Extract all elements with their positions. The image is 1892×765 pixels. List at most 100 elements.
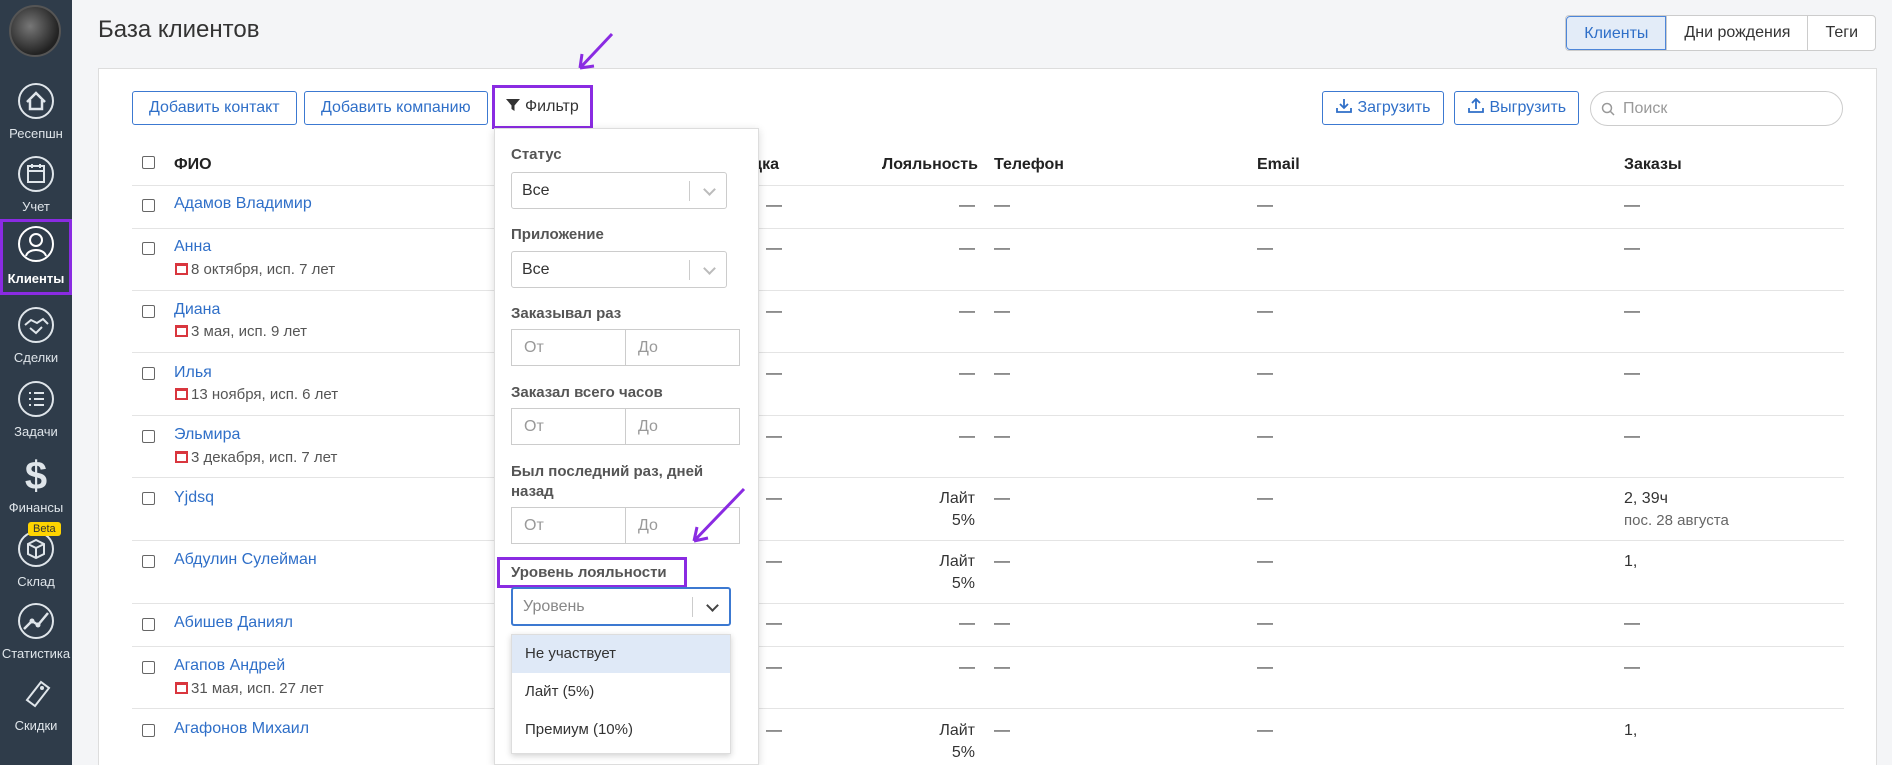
email-cell: — bbox=[1257, 240, 1273, 257]
phone-cell: — bbox=[994, 490, 1010, 507]
loyalty-cell: — bbox=[959, 659, 975, 676]
last-visit-from-input[interactable]: От bbox=[512, 508, 625, 543]
client-name-link[interactable]: Абдулин Сулейман bbox=[174, 551, 317, 569]
app-select[interactable]: Все bbox=[511, 251, 727, 288]
loyalty-option-none[interactable]: Не участвует bbox=[512, 635, 730, 673]
row-checkbox[interactable] bbox=[142, 199, 155, 212]
sidebar-item-deals[interactable]: Сделки bbox=[0, 306, 72, 376]
client-name-link[interactable]: Илья bbox=[174, 364, 212, 382]
loyalty-option-lite[interactable]: Лайт (5%) bbox=[512, 673, 730, 711]
phone-cell: — bbox=[994, 428, 1010, 445]
sidebar-item-label: Сделки bbox=[13, 350, 59, 365]
loyalty-cell: — bbox=[959, 365, 975, 382]
sidebar-item-statistics[interactable]: Статистика bbox=[0, 602, 72, 672]
row-divider bbox=[132, 477, 1844, 478]
ordered-times-label: Заказывал раз bbox=[511, 305, 622, 322]
beta-badge: Beta bbox=[28, 522, 61, 536]
loyalty-select[interactable]: Уровень bbox=[511, 587, 731, 626]
sidebar: Ресепшн Учет Клиенты Сделки Задачи $ Фин… bbox=[0, 0, 72, 765]
email-cell: — bbox=[1257, 490, 1273, 507]
row-divider bbox=[132, 540, 1844, 541]
birthday-text: 31 мая, исп. 27 лет bbox=[191, 680, 324, 697]
loyalty-option-premium[interactable]: Премиум (10%) bbox=[512, 711, 730, 749]
sidebar-item-accounting[interactable]: Учет bbox=[0, 155, 72, 225]
select-all-checkbox[interactable] bbox=[142, 156, 155, 169]
birthday-text: 13 ноября, исп. 6 лет bbox=[191, 386, 339, 403]
status-select[interactable]: Все bbox=[511, 172, 727, 209]
sidebar-item-finance[interactable]: $ Финансы bbox=[0, 454, 72, 526]
checklist-icon bbox=[17, 380, 55, 418]
column-header-phone[interactable]: Телефон bbox=[994, 156, 1064, 174]
ordered-hours-to-input[interactable]: До bbox=[625, 409, 739, 444]
filter-button[interactable]: Фильтр bbox=[492, 85, 593, 129]
export-button[interactable]: Выгрузить bbox=[1454, 91, 1580, 125]
client-name-link[interactable]: Агапов Андрей bbox=[174, 657, 285, 675]
filter-icon bbox=[506, 99, 520, 111]
row-divider bbox=[132, 708, 1844, 709]
row-checkbox[interactable] bbox=[142, 724, 155, 737]
discount-cell: — bbox=[766, 615, 782, 632]
column-header-orders[interactable]: Заказы bbox=[1624, 156, 1682, 174]
row-checkbox[interactable] bbox=[142, 661, 155, 674]
select-separator bbox=[689, 181, 690, 201]
gift-icon bbox=[175, 451, 188, 463]
discount-cell: — bbox=[766, 197, 782, 214]
tab-tags[interactable]: Теги bbox=[1807, 16, 1875, 50]
app-select-value: Все bbox=[522, 261, 550, 278]
download-tray-icon bbox=[1336, 99, 1352, 113]
tab-birthdays[interactable]: Дни рождения bbox=[1666, 16, 1807, 50]
row-checkbox[interactable] bbox=[142, 618, 155, 631]
client-name-link[interactable]: Агафонов Михаил bbox=[174, 720, 309, 738]
discount-cell: — bbox=[766, 659, 782, 676]
orders-cell: — bbox=[1624, 428, 1640, 445]
email-cell: — bbox=[1257, 659, 1273, 676]
client-name-link[interactable]: Yjdsq bbox=[174, 489, 214, 507]
client-name-link[interactable]: Эльмира bbox=[174, 426, 240, 444]
orders-cell: — bbox=[1624, 659, 1640, 676]
row-checkbox[interactable] bbox=[142, 555, 155, 568]
client-name-link[interactable]: Адамов Владимир bbox=[174, 195, 312, 213]
row-checkbox[interactable] bbox=[142, 492, 155, 505]
sidebar-item-clients[interactable]: Клиенты bbox=[0, 219, 72, 295]
row-checkbox[interactable] bbox=[142, 242, 155, 255]
ordered-hours-label: Заказал всего часов bbox=[511, 384, 663, 401]
email-cell: — bbox=[1257, 615, 1273, 632]
column-header-name[interactable]: ФИО bbox=[174, 156, 212, 174]
tab-clients[interactable]: Клиенты bbox=[1566, 16, 1667, 50]
client-name-link[interactable]: Диана bbox=[174, 301, 220, 319]
calendar-icon bbox=[17, 155, 55, 193]
ordered-hours-range: От До bbox=[511, 408, 740, 445]
row-checkbox[interactable] bbox=[142, 430, 155, 443]
column-header-email[interactable]: Email bbox=[1257, 156, 1300, 174]
client-name-link[interactable]: Анна bbox=[174, 238, 211, 256]
search-input[interactable]: Поиск bbox=[1590, 91, 1843, 126]
ordered-hours-from-input[interactable]: От bbox=[512, 409, 625, 444]
column-header-loyalty[interactable]: Лояльность bbox=[882, 156, 978, 174]
home-icon bbox=[17, 82, 55, 120]
row-checkbox[interactable] bbox=[142, 367, 155, 380]
birthday-text: 3 декабря, исп. 7 лет bbox=[191, 449, 338, 466]
status-select-value: Все bbox=[522, 182, 550, 199]
sidebar-item-tasks[interactable]: Задачи bbox=[0, 380, 72, 450]
sidebar-item-discounts[interactable]: Скидки bbox=[0, 674, 72, 744]
discount-cell: — bbox=[766, 240, 782, 257]
company-logo[interactable] bbox=[9, 5, 61, 57]
add-contact-button[interactable]: Добавить контакт bbox=[132, 91, 297, 125]
sidebar-item-label: Финансы bbox=[8, 500, 64, 515]
ordered-times-from-input[interactable]: От bbox=[512, 330, 625, 365]
birthday-text: 3 мая, исп. 9 лет bbox=[191, 323, 307, 340]
sidebar-item-warehouse[interactable]: Beta Склад bbox=[0, 522, 72, 600]
gift-icon bbox=[175, 388, 188, 400]
content-panel bbox=[98, 68, 1877, 765]
sidebar-item-label: Клиенты bbox=[7, 271, 65, 286]
row-divider bbox=[132, 228, 1844, 229]
ordered-times-to-input[interactable]: До bbox=[625, 330, 739, 365]
row-checkbox[interactable] bbox=[142, 305, 155, 318]
loyalty-label: Уровень лояльности bbox=[511, 564, 667, 581]
client-name-link[interactable]: Абишев Даниял bbox=[174, 614, 293, 632]
upload-button[interactable]: Загрузить bbox=[1322, 91, 1444, 125]
add-company-button[interactable]: Добавить компанию bbox=[304, 91, 488, 125]
sidebar-item-label: Склад bbox=[17, 574, 55, 589]
orders-cell: — bbox=[1624, 615, 1640, 632]
sidebar-item-reception[interactable]: Ресепшн bbox=[0, 82, 72, 152]
